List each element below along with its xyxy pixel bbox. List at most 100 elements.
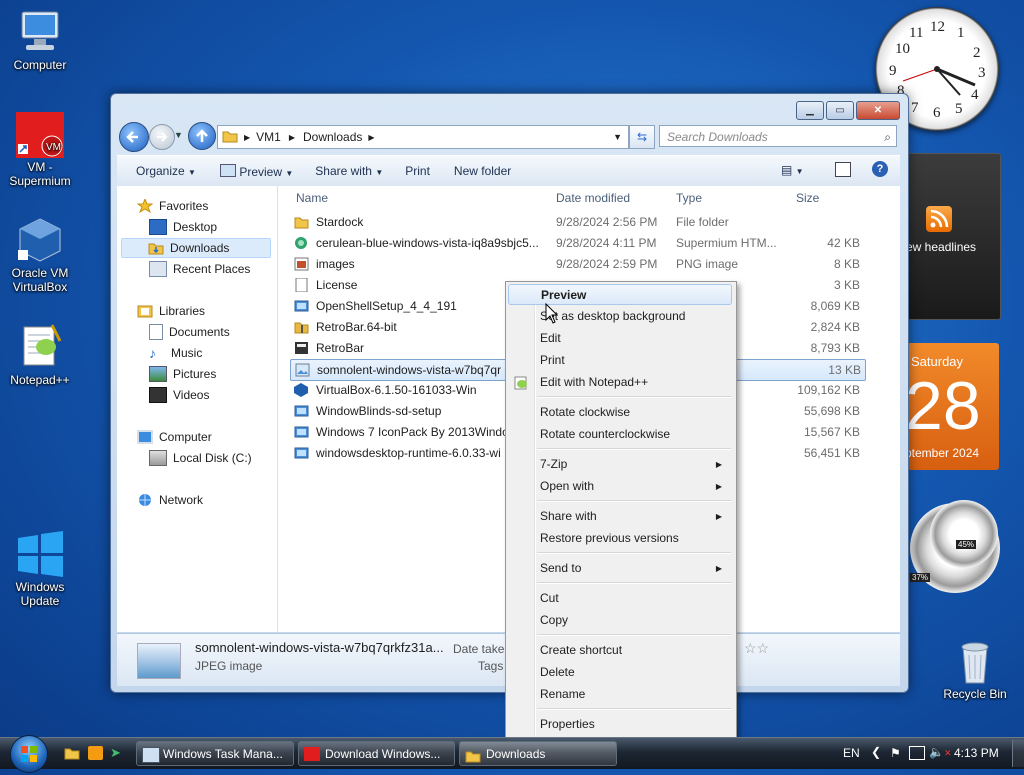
show-hidden-icons-chevron-icon[interactable]: ❮ <box>871 745 881 759</box>
language-indicator[interactable]: EN <box>843 746 860 760</box>
show-desktop-button[interactable] <box>1012 740 1024 767</box>
taskbar-task-manager[interactable]: Windows Task Mana... <box>136 741 294 766</box>
desktop-icon-label: Oracle VM VirtualBox <box>11 266 69 294</box>
menu-item-set-as-desktop-background[interactable]: Set as desktop background <box>508 306 732 327</box>
preview-pane-icon[interactable] <box>835 162 851 177</box>
breadcrumb-arrow-icon[interactable]: ▶ <box>368 133 374 142</box>
menu-item-label: Copy <box>540 613 569 627</box>
new-folder-button[interactable]: New folder <box>440 164 521 178</box>
taskbar-clock[interactable]: 4:13 PM <box>954 746 999 760</box>
print-button[interactable]: Print <box>393 164 440 178</box>
preview-button[interactable]: Preview ▼ <box>206 163 303 179</box>
calendar-gadget[interactable]: Saturday 28 ptember 2024 <box>905 343 999 470</box>
taskbar-download-windows[interactable]: Download Windows... <box>298 741 455 766</box>
back-arrow-icon <box>126 131 138 143</box>
desktop-icon <box>149 219 167 235</box>
rating-stars-icon[interactable]: ☆☆ <box>744 640 769 657</box>
search-icon: ⌕ <box>884 130 891 144</box>
help-icon[interactable]: ? <box>872 161 888 177</box>
menu-item-restore-previous-versions[interactable]: Restore previous versions <box>508 528 732 549</box>
address-bar[interactable]: ▶ VM1 ▶ Downloads ▶ ▼ <box>217 125 629 149</box>
feed-headlines-gadget[interactable]: ew headlines <box>905 153 1001 320</box>
menu-item-rename[interactable]: Rename <box>508 684 732 705</box>
calendar-weekday: Saturday <box>911 354 964 369</box>
computer-icon <box>137 430 153 444</box>
menu-item-edit[interactable]: Edit <box>508 328 732 349</box>
taskbar-downloads[interactable]: Downloads <box>459 741 617 766</box>
menu-item-copy[interactable]: Copy <box>508 610 732 631</box>
maximize-button[interactable]: ▭ <box>826 101 854 120</box>
nav-desktop[interactable]: Desktop <box>149 217 217 237</box>
nav-recent-places[interactable]: Recent Places <box>149 259 250 279</box>
menu-item-rotate-clockwise[interactable]: Rotate clockwise <box>508 402 732 423</box>
breadcrumb-item-vm1[interactable]: VM1 <box>256 130 281 144</box>
explorer-quicklaunch-icon[interactable] <box>64 746 80 760</box>
refresh-button[interactable]: ⇆ <box>629 125 655 149</box>
desktop-icon-virtualbox[interactable]: Oracle VM VirtualBox <box>0 216 80 294</box>
nav-network[interactable]: Network <box>137 490 203 510</box>
menu-item-print[interactable]: Print <box>508 350 732 371</box>
nav-documents[interactable]: Documents <box>149 322 230 342</box>
menu-item-rotate-counterclockwise[interactable]: Rotate counterclockwise <box>508 424 732 445</box>
nav-local-disk[interactable]: Local Disk (C:) <box>149 448 252 468</box>
minimize-button[interactable]: ▁ <box>796 101 824 120</box>
desktop-icon-computer[interactable]: Computer <box>0 8 80 72</box>
network-tray-icon[interactable] <box>909 746 925 760</box>
search-input[interactable]: Search Downloads ⌕ <box>659 125 897 147</box>
share-with-button[interactable]: Share with ▼ <box>303 164 393 178</box>
column-header-size[interactable]: Size <box>796 191 819 205</box>
menu-item-label: Restore previous versions <box>540 531 679 545</box>
breadcrumb-arrow-icon[interactable]: ▶ <box>244 133 250 142</box>
file-type: Supermium HTM... <box>676 236 777 250</box>
menu-item-cut[interactable]: Cut <box>508 588 732 609</box>
menu-item-preview[interactable]: Preview <box>508 284 732 305</box>
file-row[interactable]: Stardock 9/28/2024 2:56 PM File folder <box>290 212 868 232</box>
menu-item-7-zip[interactable]: 7-Zip ▶ <box>508 454 732 475</box>
cpu-meter-gadget[interactable]: 45% <box>930 500 998 568</box>
desktop-icon-recycle-bin[interactable]: Recycle Bin <box>935 637 1015 701</box>
menu-separator <box>537 448 731 450</box>
recent-pages-chevron-icon[interactable]: ▼ <box>174 130 183 140</box>
menu-item-properties[interactable]: Properties <box>508 714 732 735</box>
start-button[interactable] <box>10 735 48 773</box>
change-view-icon[interactable]: ▤ ▼ <box>781 163 804 177</box>
up-button[interactable] <box>188 122 216 150</box>
menu-item-create-shortcut[interactable]: Create shortcut <box>508 640 732 661</box>
desktop-icon-notepadpp[interactable]: Notepad++ <box>0 323 80 387</box>
breadcrumb-item-downloads[interactable]: Downloads <box>303 130 362 144</box>
memory-meter-value: 37% <box>910 573 931 582</box>
organize-button[interactable]: Organize ▼ <box>117 164 206 178</box>
desktop-icon-vm-supermium[interactable]: VM VM - Supermium <box>0 110 80 188</box>
menu-item-send-to[interactable]: Send to ▶ <box>508 558 732 579</box>
address-dropdown-icon[interactable]: ▼ <box>613 132 622 142</box>
show-desktop-quicklaunch-icon[interactable]: ➤ <box>110 746 126 760</box>
media-player-quicklaunch-icon[interactable] <box>88 746 103 760</box>
feed-label: ew headlines <box>906 240 977 254</box>
menu-item-label: Create shortcut <box>540 643 623 657</box>
back-button[interactable] <box>119 122 149 152</box>
menu-item-edit-with-notepad[interactable]: Edit with Notepad++ <box>508 372 732 393</box>
menu-item-delete[interactable]: Delete <box>508 662 732 683</box>
file-row[interactable]: cerulean-blue-windows-vista-iq8a9sbjc5..… <box>290 233 868 253</box>
nav-computer[interactable]: Computer <box>137 427 212 447</box>
column-header-name[interactable]: Name <box>296 191 328 205</box>
menu-item-share-with[interactable]: Share with ▶ <box>508 506 732 527</box>
desktop-icon-windows-update[interactable]: Windows Update <box>0 530 80 608</box>
installer-icon <box>294 299 309 313</box>
column-header-type[interactable]: Type <box>676 191 702 205</box>
nav-libraries[interactable]: Libraries <box>137 301 205 321</box>
action-center-flag-icon[interactable]: ⚑ <box>890 746 901 760</box>
menu-item-open-with[interactable]: Open with ▶ <box>508 476 732 497</box>
breadcrumb-arrow-icon[interactable]: ▶ <box>289 133 295 142</box>
volume-muted-icon[interactable]: 🔈✕ <box>929 745 952 759</box>
nav-videos[interactable]: Videos <box>149 385 209 405</box>
nav-favorites[interactable]: Favorites <box>136 196 208 216</box>
nav-pictures[interactable]: Pictures <box>149 364 216 384</box>
close-button[interactable]: ✕ <box>856 101 900 120</box>
forward-button[interactable] <box>149 124 175 150</box>
file-row[interactable]: images 9/28/2024 2:59 PM PNG image 8 KB <box>290 254 868 274</box>
column-header-date[interactable]: Date modified <box>556 191 630 205</box>
nav-downloads[interactable]: Downloads <box>121 238 271 258</box>
menu-item-label: Properties <box>540 717 595 731</box>
nav-music[interactable]: ♪ Music <box>149 343 202 363</box>
